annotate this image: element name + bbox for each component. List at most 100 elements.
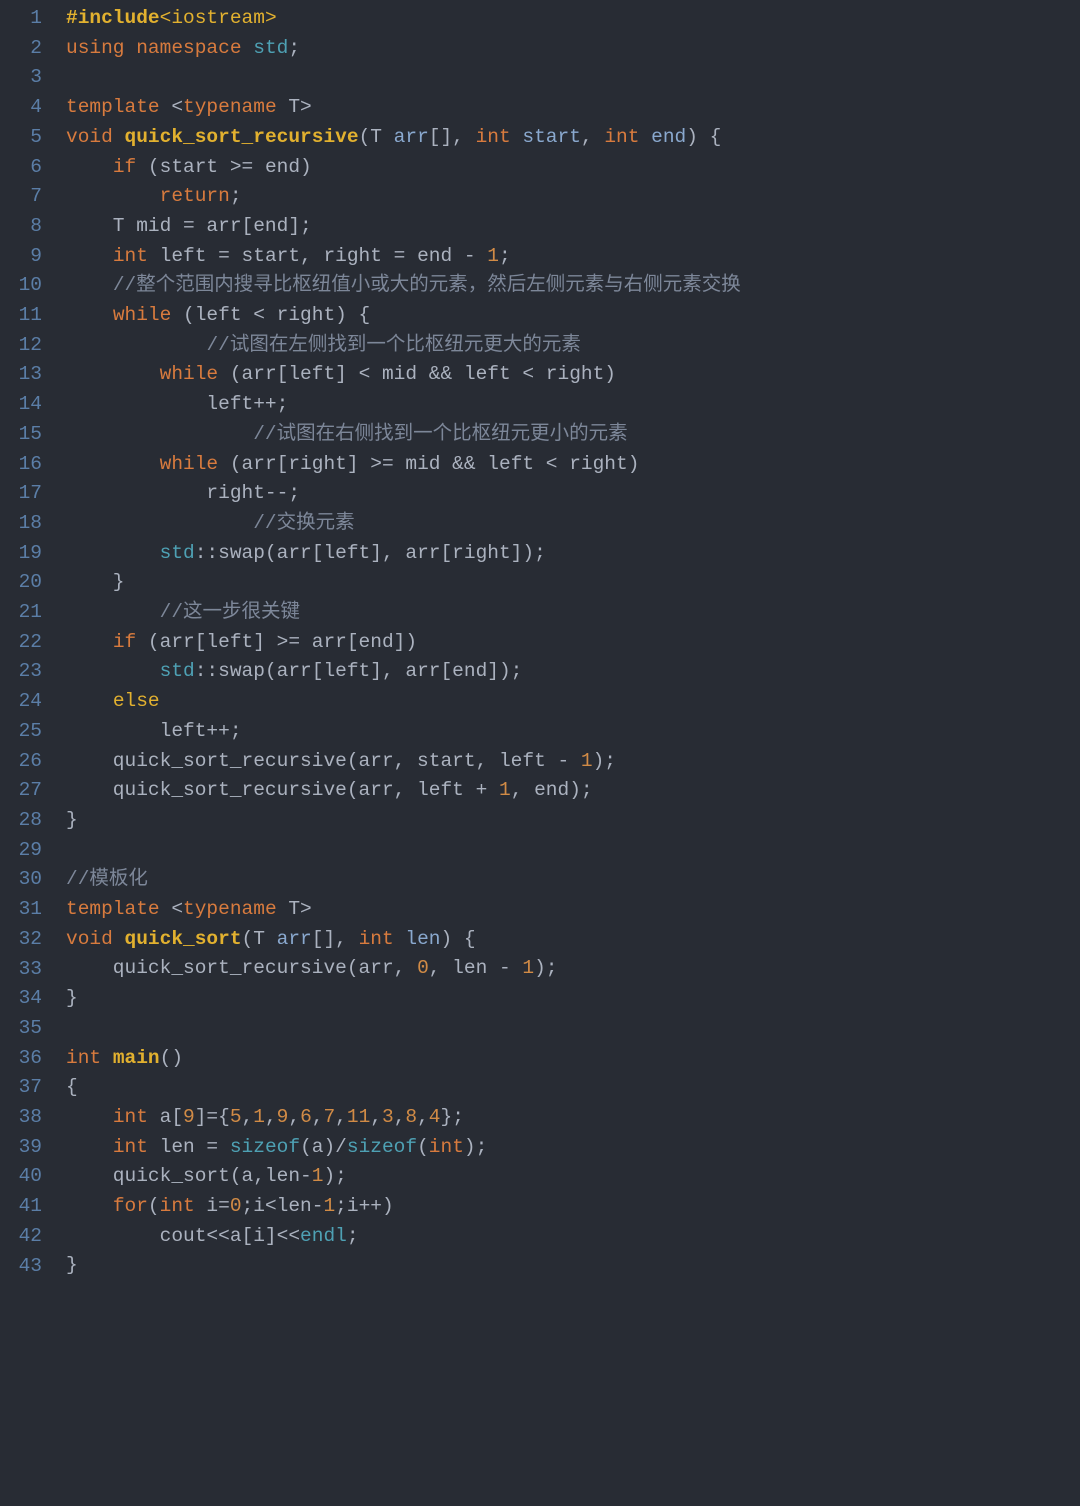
token: , (335, 1106, 347, 1128)
token: [], (312, 928, 359, 950)
token: , (370, 1106, 382, 1128)
code-line: } (66, 568, 741, 598)
token: ) { (686, 126, 721, 148)
token: (a)/ (300, 1136, 347, 1158)
token: int (429, 1136, 464, 1158)
line-number: 17 (0, 479, 48, 509)
line-number: 30 (0, 865, 48, 895)
token: return (160, 185, 230, 207)
token: int (604, 126, 639, 148)
token: 1 (581, 750, 593, 772)
line-number: 35 (0, 1014, 48, 1044)
line-number: 26 (0, 747, 48, 777)
token (66, 542, 160, 564)
code-line: else (66, 687, 741, 717)
token: a[ (148, 1106, 183, 1128)
token: int (113, 1106, 148, 1128)
token: 5 (230, 1106, 242, 1128)
token: 9 (277, 1106, 289, 1128)
code-line: } (66, 806, 741, 836)
code-line (66, 63, 741, 93)
code-line: right--; (66, 479, 741, 509)
token: template (66, 898, 160, 920)
token: left++; (66, 720, 242, 742)
line-number: 4 (0, 93, 48, 123)
token: 9 (183, 1106, 195, 1128)
token: , (581, 126, 604, 148)
token: , (417, 1106, 429, 1128)
code-line: #include<iostream> (66, 4, 741, 34)
token: 3 (382, 1106, 394, 1128)
line-number: 23 (0, 657, 48, 687)
token: quick_sort_recursive(arr, left + (66, 779, 499, 801)
token: , (242, 1106, 254, 1128)
line-number: 11 (0, 301, 48, 331)
line-number: 5 (0, 123, 48, 153)
code-line: //试图在右侧找到一个比枢纽元更小的元素 (66, 420, 741, 450)
token: int (66, 1047, 101, 1069)
token: (arr[right] >= mid && left < right) (218, 453, 639, 475)
token: int (113, 245, 148, 267)
code-line: quick_sort(a,len-1); (66, 1162, 741, 1192)
token (101, 1047, 113, 1069)
line-number: 10 (0, 271, 48, 301)
token: ); (534, 957, 557, 979)
token: //这一步很关键 (160, 601, 300, 623)
line-number: 18 (0, 509, 48, 539)
line-number: 33 (0, 955, 48, 985)
token: (start >= end) (136, 156, 312, 178)
token: ( (417, 1136, 429, 1158)
token: 1 (499, 779, 511, 801)
token: template (66, 96, 160, 118)
token: start (522, 126, 581, 148)
token: left = start, right = end - (148, 245, 487, 267)
code-line: void quick_sort(T arr[], int len) { (66, 925, 741, 955)
line-number: 38 (0, 1103, 48, 1133)
line-number: 31 (0, 895, 48, 925)
line-number: 21 (0, 598, 48, 628)
code-line: //模板化 (66, 865, 741, 895)
token (66, 274, 113, 296)
token: std (160, 660, 195, 682)
token: T> (277, 898, 312, 920)
token (66, 690, 113, 712)
token: (T (242, 928, 277, 950)
token (66, 631, 113, 653)
token: 1 (522, 957, 534, 979)
code-line: while (arr[right] >= mid && left < right… (66, 450, 741, 480)
token: (left < right) { (171, 304, 370, 326)
code-line: T mid = arr[end]; (66, 212, 741, 242)
token: sizeof (347, 1136, 417, 1158)
code-line: return; (66, 182, 741, 212)
token: ::swap(arr[left], arr[end]); (195, 660, 523, 682)
token: ; (499, 245, 511, 267)
token (125, 37, 137, 59)
token: }; (441, 1106, 464, 1128)
token: < (160, 96, 183, 118)
token: 7 (323, 1106, 335, 1128)
token (66, 453, 160, 475)
code-line: template <typename T> (66, 895, 741, 925)
token: } (66, 987, 78, 1009)
code-line: cout<<a[i]<<endl; (66, 1222, 741, 1252)
token (66, 363, 160, 385)
token: quick_sort (125, 928, 242, 950)
token: ); (323, 1165, 346, 1187)
token: typename (183, 898, 277, 920)
token (66, 156, 113, 178)
line-number: 27 (0, 776, 48, 806)
token: while (160, 363, 219, 385)
code-editor: 1234567891011121314151617181920212223242… (0, 0, 1080, 1281)
code-line: int left = start, right = end - 1; (66, 242, 741, 272)
token: 1 (253, 1106, 265, 1128)
token: void (66, 928, 113, 950)
code-line: for(int i=0;i<len-1;i++) (66, 1192, 741, 1222)
token (66, 1195, 113, 1217)
token: ]={ (195, 1106, 230, 1128)
token: quick_sort(a,len- (66, 1165, 312, 1187)
line-number: 7 (0, 182, 48, 212)
token: arr (277, 928, 312, 950)
line-number: 32 (0, 925, 48, 955)
token: right--; (66, 482, 300, 504)
token: (T (359, 126, 394, 148)
